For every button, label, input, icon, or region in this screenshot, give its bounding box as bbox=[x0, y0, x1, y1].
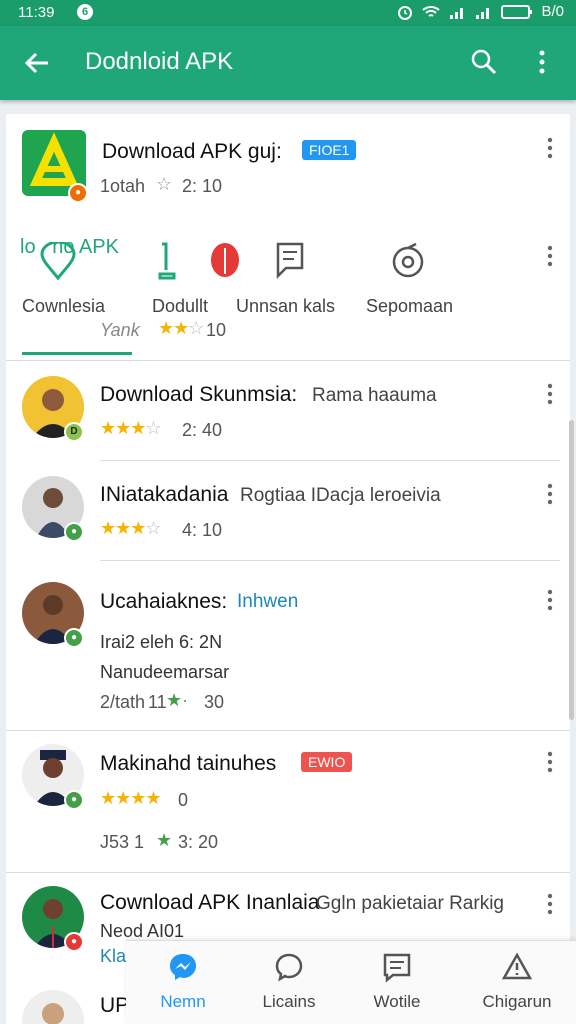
item-tag: EWIO bbox=[301, 752, 353, 772]
nav-item-wotile[interactable]: Wotile bbox=[342, 951, 452, 1012]
status-bar: 11:39 6 B/0 bbox=[0, 0, 576, 26]
disc-icon[interactable] bbox=[390, 242, 426, 278]
back-arrow-icon[interactable] bbox=[22, 48, 52, 78]
item-subtitle: Rama haauma bbox=[312, 385, 437, 406]
item-stars: ★★★☆ bbox=[100, 418, 162, 438]
nav-label: Nemn bbox=[160, 992, 206, 1011]
item-star: ★· bbox=[166, 690, 189, 710]
chat-bubble-icon bbox=[275, 953, 303, 982]
battery-icon bbox=[501, 4, 533, 19]
app-score: 2: 10 bbox=[182, 176, 223, 196]
nav-label: Chigarun bbox=[482, 992, 552, 1011]
divider bbox=[100, 460, 560, 461]
tab-active-indicator bbox=[22, 352, 132, 355]
item-line2: Irai2 eleh 6: 2N bbox=[100, 632, 223, 652]
tab-dodullt[interactable]: Dodullt bbox=[152, 296, 208, 317]
pen-icon[interactable] bbox=[208, 242, 242, 280]
item-score: 4: 10 bbox=[182, 520, 223, 540]
item-star: ★ bbox=[156, 830, 173, 850]
signal-icon-2 bbox=[476, 7, 490, 19]
app-title: Download APK guj: bbox=[102, 140, 282, 163]
item-title: Download Skunmsia: bbox=[100, 383, 298, 406]
item-title: Cownload APK Inanlaia bbox=[100, 891, 320, 914]
scrollbar[interactable] bbox=[569, 420, 574, 720]
app-tag: FIOE1 bbox=[302, 140, 357, 160]
item-title: Ucahaiaknes: bbox=[100, 590, 228, 613]
avatar-badge: ● bbox=[64, 628, 84, 648]
app-bar: Dodnloid APK bbox=[0, 26, 576, 100]
item-line4: 2/tath bbox=[100, 692, 146, 712]
item-stars: ★★★☆ bbox=[100, 518, 162, 538]
avatar-badge: D bbox=[64, 422, 84, 442]
app-rating-text: 1otah bbox=[100, 176, 146, 196]
item-line2: J53 1 bbox=[100, 832, 145, 852]
nav-label: Licains bbox=[262, 992, 316, 1011]
item-line2: Neod AI01 bbox=[100, 921, 185, 941]
item-line2-score: 3: 20 bbox=[178, 832, 219, 852]
item-score: 2: 40 bbox=[182, 420, 223, 440]
location-pin-icon[interactable] bbox=[38, 242, 78, 282]
app-rating-star: ☆ bbox=[156, 174, 173, 194]
item-more-icon[interactable] bbox=[538, 482, 562, 506]
page-title: Dodnloid APK bbox=[85, 48, 234, 75]
battery-text: B/0 bbox=[541, 3, 564, 20]
avatar-badge: ● bbox=[64, 522, 84, 542]
nav-item-chigarun[interactable]: Chigarun bbox=[462, 951, 572, 1012]
tab-sub-stars: ★★☆ bbox=[158, 318, 204, 338]
tab-cownlesia[interactable]: Cownlesia bbox=[22, 296, 105, 317]
app-badge: ● bbox=[68, 183, 88, 203]
item-subtitle: Rogtiaa IDacja leroeivia bbox=[240, 485, 441, 506]
item-line3: Nanudeemarsar bbox=[100, 662, 230, 682]
app-more-icon[interactable] bbox=[538, 136, 562, 160]
bottom-navigation: Nemn Licains Wotile Chigarun bbox=[126, 940, 576, 1024]
divider bbox=[100, 560, 560, 561]
item-more-icon[interactable] bbox=[538, 382, 562, 406]
status-icons: B/0 bbox=[397, 3, 564, 20]
item-score: 30 bbox=[204, 692, 225, 712]
warning-icon bbox=[501, 952, 533, 980]
document-icon[interactable] bbox=[274, 240, 306, 280]
item-line3: Kla bbox=[100, 946, 127, 966]
tab-sub-text: Yank bbox=[100, 320, 140, 340]
more-vert-icon[interactable] bbox=[534, 48, 550, 76]
nav-label: Wotile bbox=[373, 992, 421, 1011]
divider bbox=[6, 730, 570, 731]
item-more-icon[interactable] bbox=[538, 750, 562, 774]
tabs-more-icon[interactable] bbox=[538, 244, 562, 268]
tab-sub-score: 10 bbox=[206, 320, 227, 340]
tab-unnsan-kals[interactable]: Unnsan kals bbox=[236, 296, 335, 317]
item-stars: ★★★★ bbox=[100, 788, 162, 808]
status-time: 11:39 bbox=[18, 4, 55, 21]
nav-item-licains[interactable]: Licains bbox=[234, 951, 344, 1012]
avatar-badge: ● bbox=[64, 790, 84, 810]
item-subtitle: Ggln pakietaiar Rarkig bbox=[316, 893, 504, 914]
messenger-icon bbox=[170, 954, 196, 980]
message-list-icon bbox=[383, 953, 411, 983]
alarm-icon bbox=[398, 5, 413, 20]
nav-item-nemn[interactable]: Nemn bbox=[128, 951, 238, 1012]
item-subtitle: Inhwen bbox=[237, 591, 299, 612]
item-line4-mid: 11 bbox=[148, 692, 167, 712]
wifi-icon bbox=[422, 5, 441, 17]
item-title: INiatakadania bbox=[100, 483, 229, 506]
item-more-icon[interactable] bbox=[538, 588, 562, 612]
item-score: 0 bbox=[178, 790, 189, 810]
avatar-badge: ● bbox=[64, 932, 84, 952]
divider bbox=[6, 872, 570, 873]
item-more-icon[interactable] bbox=[538, 892, 562, 916]
search-icon[interactable] bbox=[470, 48, 498, 76]
notification-icon: 6 bbox=[77, 4, 93, 20]
tab-sepomaan[interactable]: Sepomaan bbox=[366, 296, 453, 317]
item-title: Makinahd tainuhes bbox=[100, 752, 277, 775]
divider bbox=[6, 360, 570, 361]
flashlight-icon[interactable] bbox=[152, 240, 180, 282]
signal-icon bbox=[450, 7, 464, 19]
